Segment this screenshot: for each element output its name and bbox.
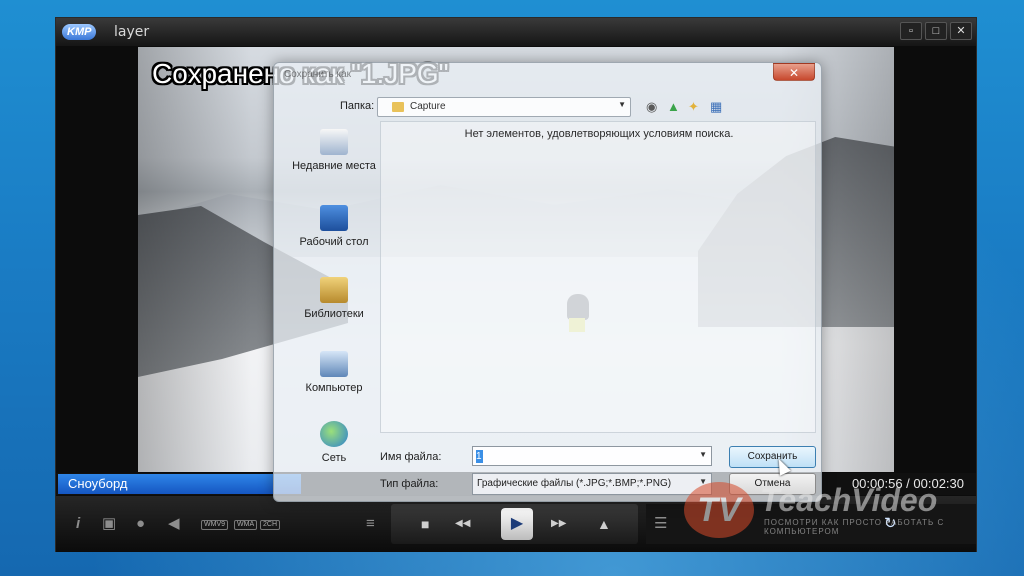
file-list[interactable]: Нет элементов, удовлетворяющих условиям …	[380, 121, 816, 433]
codec-channels-badge: 2CH	[260, 520, 281, 530]
filename-input[interactable]: 1 ▼	[472, 446, 712, 466]
view-menu-icon[interactable]: ▦	[710, 99, 722, 115]
previous-icon[interactable]: ◀◀	[455, 514, 470, 534]
filename-label: Имя файла:	[380, 451, 442, 463]
next-icon[interactable]: ▶▶	[551, 514, 566, 534]
filetype-select[interactable]: Графические файлы (*.JPG;*.BMP;*.PNG) ▼	[472, 473, 712, 495]
place-label: Библиотеки	[304, 308, 364, 320]
network-icon	[320, 421, 348, 447]
eject-icon[interactable]: ▲	[597, 514, 611, 534]
chat-icon[interactable]: ●	[136, 514, 145, 534]
speaker-icon[interactable]: ◀	[168, 514, 180, 534]
dialog-title: Сохранить как	[284, 69, 352, 80]
maximize-button[interactable]: □	[925, 22, 947, 40]
place-network[interactable]: Сеть	[286, 421, 382, 465]
kmp-logo: KMP	[62, 24, 97, 40]
folder-select[interactable]: Capture ▼	[377, 97, 631, 117]
save-button[interactable]: Сохранить	[729, 446, 816, 468]
folder-value: Capture	[410, 101, 446, 112]
watermark-subtitle: ПОСМОТРИ КАК ПРОСТО РАБОТАТЬ С КОМПЬЮТЕР…	[764, 518, 945, 536]
window-buttons: ▫ □ ✕	[900, 22, 972, 40]
stop-icon[interactable]: ■	[421, 514, 429, 534]
filename-value: 1	[476, 450, 483, 463]
transport-controls: ■ ◀◀ ▶ ▶▶ ▲	[391, 504, 638, 544]
info-icon[interactable]: i	[76, 514, 80, 534]
place-desktop[interactable]: Рабочий стол	[286, 205, 382, 249]
empty-message: Нет элементов, удовлетворяющих условиям …	[464, 128, 734, 140]
up-folder-icon[interactable]: ▲	[667, 99, 680, 115]
place-recent[interactable]: Недавние места	[286, 129, 382, 173]
app-title: layer	[114, 24, 150, 40]
back-icon[interactable]: ◉	[646, 99, 657, 115]
place-computer[interactable]: Компьютер	[286, 351, 382, 395]
watermark-logo: TV	[684, 482, 754, 538]
save-as-dialog: Сохранить как ✕ Папка: Capture ▼ ◉ ▲ ✦ ▦…	[273, 62, 822, 502]
place-label: Сеть	[321, 452, 347, 464]
place-label: Рабочий стол	[299, 236, 369, 248]
minimize-button[interactable]: ▫	[900, 22, 922, 40]
place-label: Недавние места	[292, 160, 376, 172]
playlist-title[interactable]: Сноуборд	[58, 474, 301, 494]
place-label: Компьютер	[305, 382, 363, 394]
teachvideo-watermark: TV TeachVideo ПОСМОТРИ КАК ПРОСТО РАБОТА…	[684, 474, 984, 544]
watermark-title: TeachVideo	[760, 482, 938, 518]
new-folder-icon[interactable]: ✦	[688, 99, 699, 115]
recent-places-icon	[320, 129, 348, 155]
place-libraries[interactable]: Библиотеки	[286, 277, 382, 321]
camera-icon[interactable]: ▣	[102, 514, 116, 534]
chevron-down-icon[interactable]: ▼	[699, 450, 707, 459]
dialog-close-button[interactable]: ✕	[773, 63, 815, 81]
computer-icon	[320, 351, 348, 377]
chevron-down-icon: ▼	[618, 100, 626, 109]
play-button[interactable]: ▶	[501, 508, 533, 540]
filetype-label: Тип файла:	[380, 478, 439, 490]
title-bar[interactable]: KMP layer ▫ □ ✕	[56, 18, 976, 46]
folder-label: Папка:	[340, 100, 375, 112]
equalizer-icon[interactable]: ≡	[366, 514, 375, 534]
filetype-value: Графические файлы (*.JPG;*.BMP;*.PNG)	[477, 478, 672, 489]
places-bar: Недавние места Рабочий стол Библиотеки К…	[286, 125, 382, 485]
desktop-icon	[320, 205, 348, 231]
close-button[interactable]: ✕	[950, 22, 972, 40]
codec-video-badge: WMV9	[201, 520, 228, 530]
libraries-icon	[320, 277, 348, 303]
folder-icon	[392, 102, 404, 112]
playlist-icon[interactable]: ☰	[654, 514, 667, 534]
codec-audio-badge: WMA	[234, 520, 258, 530]
